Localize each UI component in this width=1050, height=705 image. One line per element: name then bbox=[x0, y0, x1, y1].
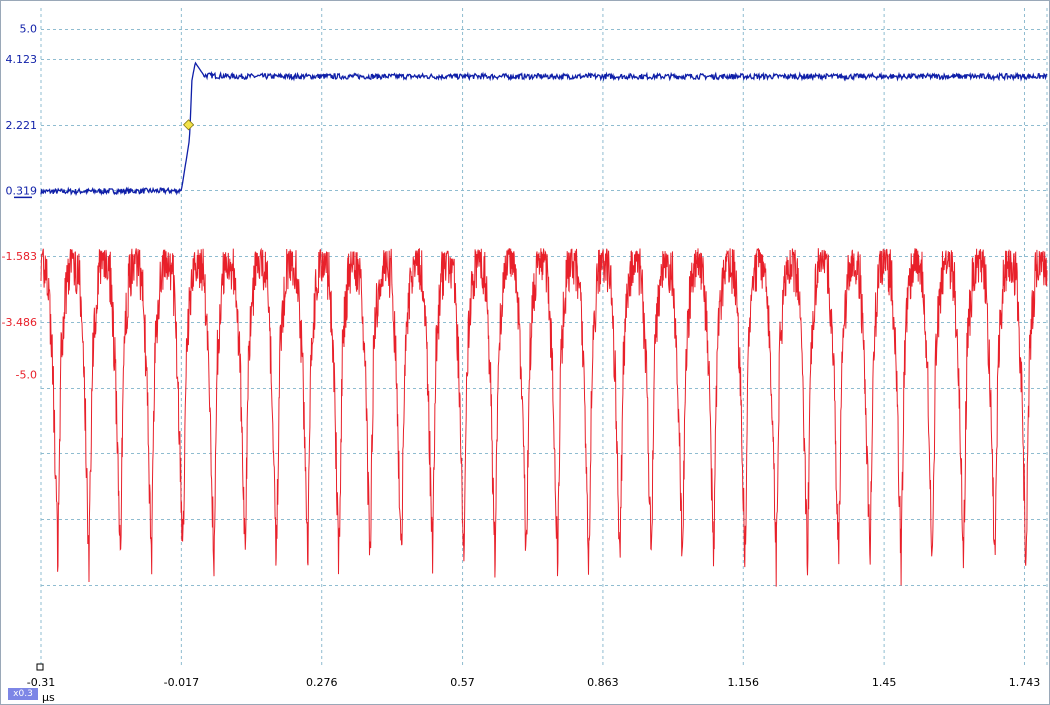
x-tick-label-5: 1.156 bbox=[728, 676, 760, 689]
y-tick-label-a-3: 0.319 bbox=[6, 184, 38, 197]
plot-background bbox=[0, 0, 1050, 705]
y-tick-label-b-2: -5.0 bbox=[16, 368, 37, 381]
zoom-badge[interactable]: x0.3 bbox=[8, 688, 38, 700]
x-tick-label-1: -0.017 bbox=[164, 676, 199, 689]
y-tick-label-b-1: -3.486 bbox=[2, 316, 37, 329]
y-tick-label-a-1: 4.123 bbox=[6, 53, 38, 66]
y-tick-label-a-2: 2.221 bbox=[6, 119, 38, 132]
time-unit-label: µs bbox=[42, 691, 55, 704]
y-tick-label-a-0: 5.0 bbox=[20, 23, 38, 36]
x-tick-label-4: 0.863 bbox=[587, 676, 619, 689]
x-tick-label-3: 0.57 bbox=[450, 676, 475, 689]
x-tick-label-6: 1.45 bbox=[872, 676, 897, 689]
y-tick-label-b-0: -1.583 bbox=[2, 250, 37, 263]
x-tick-label-2: 0.276 bbox=[306, 676, 338, 689]
x-tick-label-7: 1.743 bbox=[1009, 676, 1041, 689]
oscilloscope-plot[interactable]: 5.04.1232.2210.319-1.583-3.486-5.0 -0.31… bbox=[0, 0, 1050, 705]
origin-handle[interactable] bbox=[36, 663, 44, 671]
